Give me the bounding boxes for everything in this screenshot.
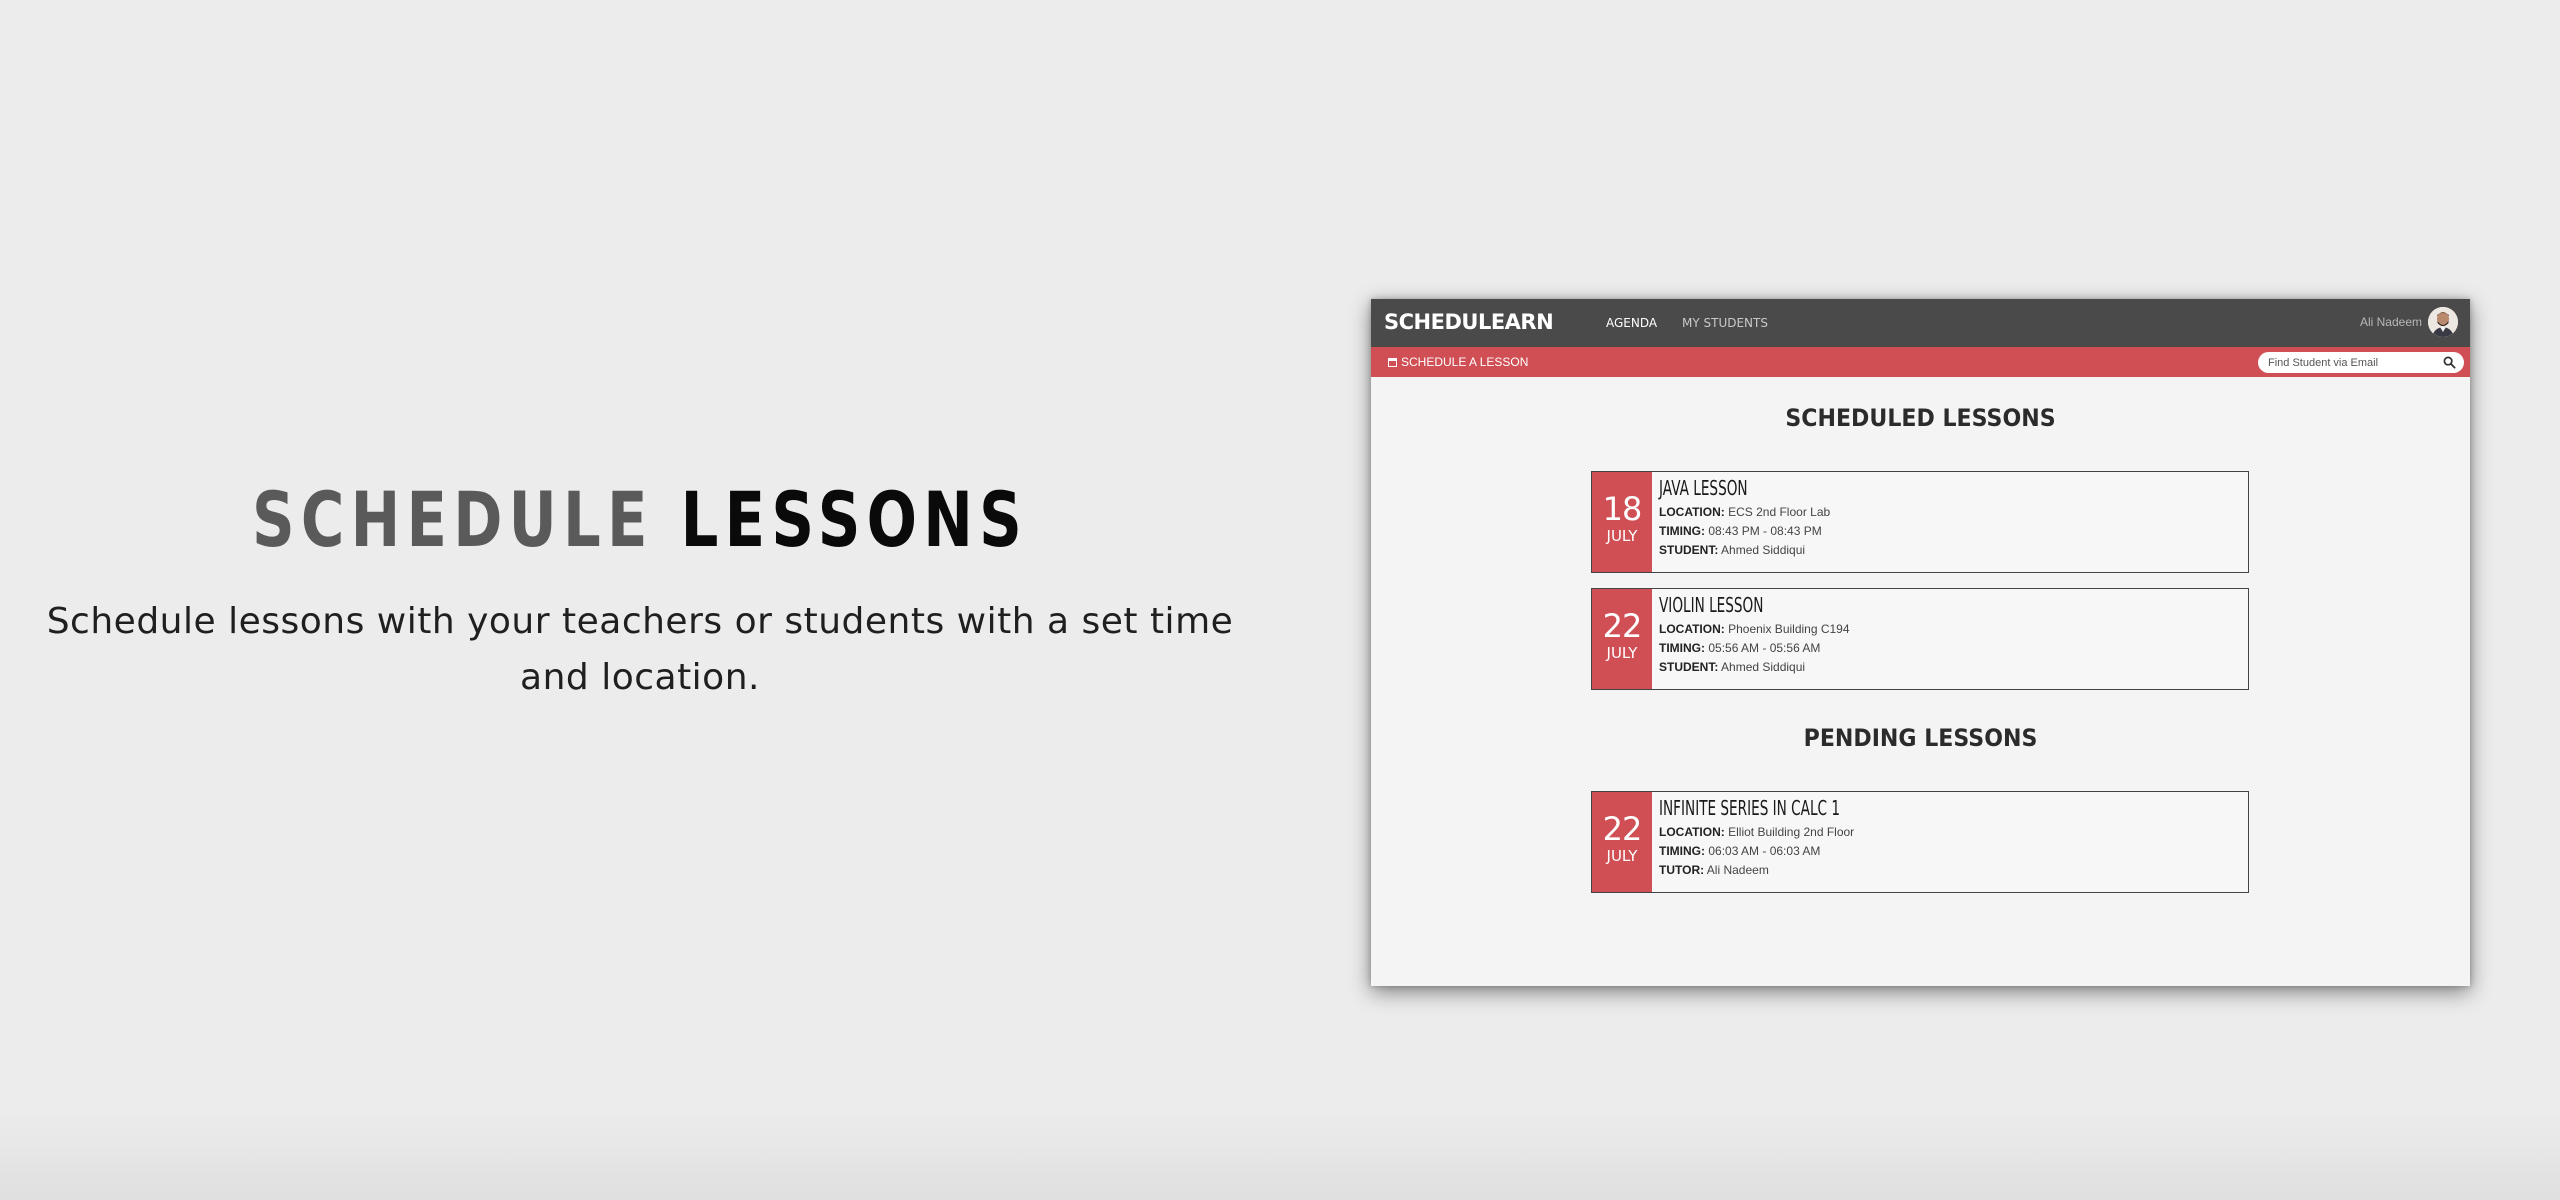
- brand-logo[interactable]: SCHEDULEARN: [1384, 310, 1554, 334]
- location-label: LOCATION:: [1659, 622, 1725, 636]
- timing-label: TIMING:: [1659, 844, 1705, 858]
- lesson-title: VIOLIN LESSON: [1659, 593, 1764, 617]
- lesson-location: LOCATION: Elliot Building 2nd Floor: [1659, 823, 1925, 842]
- timing-label: TIMING:: [1659, 641, 1705, 655]
- location-label: LOCATION:: [1659, 505, 1725, 519]
- schedule-lesson-label: SCHEDULE A LESSON: [1401, 355, 1529, 369]
- hero-title: SCHEDULE LESSONS: [172, 470, 1108, 570]
- lesson-title: JAVA LESSON: [1659, 476, 1748, 500]
- hero-section: SCHEDULE LESSONS Schedule lessons with y…: [40, 470, 1240, 706]
- search-input[interactable]: [2268, 356, 2436, 369]
- lesson-details: JAVA LESSON LOCATION: ECS 2nd Floor Lab …: [1652, 472, 1830, 572]
- nav-agenda[interactable]: AGENDA: [1606, 316, 1657, 330]
- date-day: 22: [1602, 607, 1643, 645]
- timing-value: 06:03 AM - 06:03 AM: [1708, 844, 1821, 858]
- person-value: Ahmed Siddiqui: [1721, 660, 1806, 674]
- pending-lessons-heading: PENDING LESSONS: [1803, 724, 2038, 752]
- lesson-timing: TIMING: 06:03 AM - 06:03 AM: [1659, 842, 1925, 861]
- action-bar: SCHEDULE A LESSON: [1371, 347, 2470, 377]
- hero-title-word-2: LESSONS: [680, 475, 1029, 564]
- date-day: 22: [1602, 810, 1643, 848]
- person-value: Ali Nadeem: [1706, 863, 1769, 877]
- timing-label: TIMING:: [1659, 524, 1705, 538]
- person-label: TUTOR:: [1659, 863, 1705, 877]
- location-value: Phoenix Building C194: [1728, 622, 1850, 636]
- date-badge: 18 JULY: [1592, 472, 1652, 572]
- person-label: STUDENT:: [1659, 543, 1719, 557]
- location-value: Elliot Building 2nd Floor: [1728, 825, 1855, 839]
- calendar-icon: [1388, 357, 1397, 367]
- date-month: JULY: [1606, 644, 1638, 662]
- user-avatar-icon: [2428, 307, 2458, 337]
- lesson-title: INFINITE SERIES IN CALC 1: [1659, 796, 1841, 820]
- date-month: JULY: [1606, 527, 1638, 545]
- location-label: LOCATION:: [1659, 825, 1725, 839]
- search-box: [2258, 352, 2464, 373]
- lesson-card[interactable]: 18 JULY JAVA LESSON LOCATION: ECS 2nd Fl…: [1591, 471, 2249, 573]
- avatar[interactable]: [2428, 307, 2458, 337]
- top-navbar: SCHEDULEARN AGENDA MY STUDENTS Ali Nadee…: [1371, 299, 2470, 347]
- lesson-details: VIOLIN LESSON LOCATION: Phoenix Building…: [1652, 589, 1850, 689]
- date-month: JULY: [1606, 847, 1638, 865]
- user-name[interactable]: Ali Nadeem: [2360, 315, 2422, 329]
- lesson-person: STUDENT: Ahmed Siddiqui: [1659, 541, 1830, 560]
- hero-title-word-1: SCHEDULE: [251, 475, 654, 564]
- person-label: STUDENT:: [1659, 660, 1719, 674]
- lesson-card[interactable]: 22 JULY INFINITE SERIES IN CALC 1 LOCATI…: [1591, 791, 2249, 893]
- lesson-location: LOCATION: ECS 2nd Floor Lab: [1659, 503, 1830, 522]
- nav-my-students[interactable]: MY STUDENTS: [1682, 316, 1768, 330]
- date-day: 18: [1602, 490, 1643, 528]
- timing-value: 08:43 PM - 08:43 PM: [1708, 524, 1822, 538]
- search-icon[interactable]: [2443, 356, 2456, 369]
- lesson-details: INFINITE SERIES IN CALC 1 LOCATION: Elli…: [1652, 792, 1925, 892]
- app-window: SCHEDULEARN AGENDA MY STUDENTS Ali Nadee…: [1371, 299, 2470, 986]
- lesson-timing: TIMING: 08:43 PM - 08:43 PM: [1659, 522, 1830, 541]
- person-value: Ahmed Siddiqui: [1721, 543, 1806, 557]
- location-value: ECS 2nd Floor Lab: [1728, 505, 1831, 519]
- lesson-card[interactable]: 22 JULY VIOLIN LESSON LOCATION: Phoenix …: [1591, 588, 2249, 690]
- schedule-lesson-button[interactable]: SCHEDULE A LESSON: [1388, 355, 1528, 369]
- lesson-person: TUTOR: Ali Nadeem: [1659, 861, 1925, 880]
- lesson-timing: TIMING: 05:56 AM - 05:56 AM: [1659, 639, 1850, 658]
- scheduled-lessons-heading: SCHEDULED LESSONS: [1785, 404, 2056, 432]
- lesson-person: STUDENT: Ahmed Siddiqui: [1659, 658, 1850, 677]
- date-badge: 22 JULY: [1592, 792, 1652, 892]
- lesson-location: LOCATION: Phoenix Building C194: [1659, 620, 1850, 639]
- hero-subtitle: Schedule lessons with your teachers or s…: [46, 601, 1234, 698]
- date-badge: 22 JULY: [1592, 589, 1652, 689]
- timing-value: 05:56 AM - 05:56 AM: [1708, 641, 1821, 655]
- bottom-shade: [0, 1110, 2560, 1200]
